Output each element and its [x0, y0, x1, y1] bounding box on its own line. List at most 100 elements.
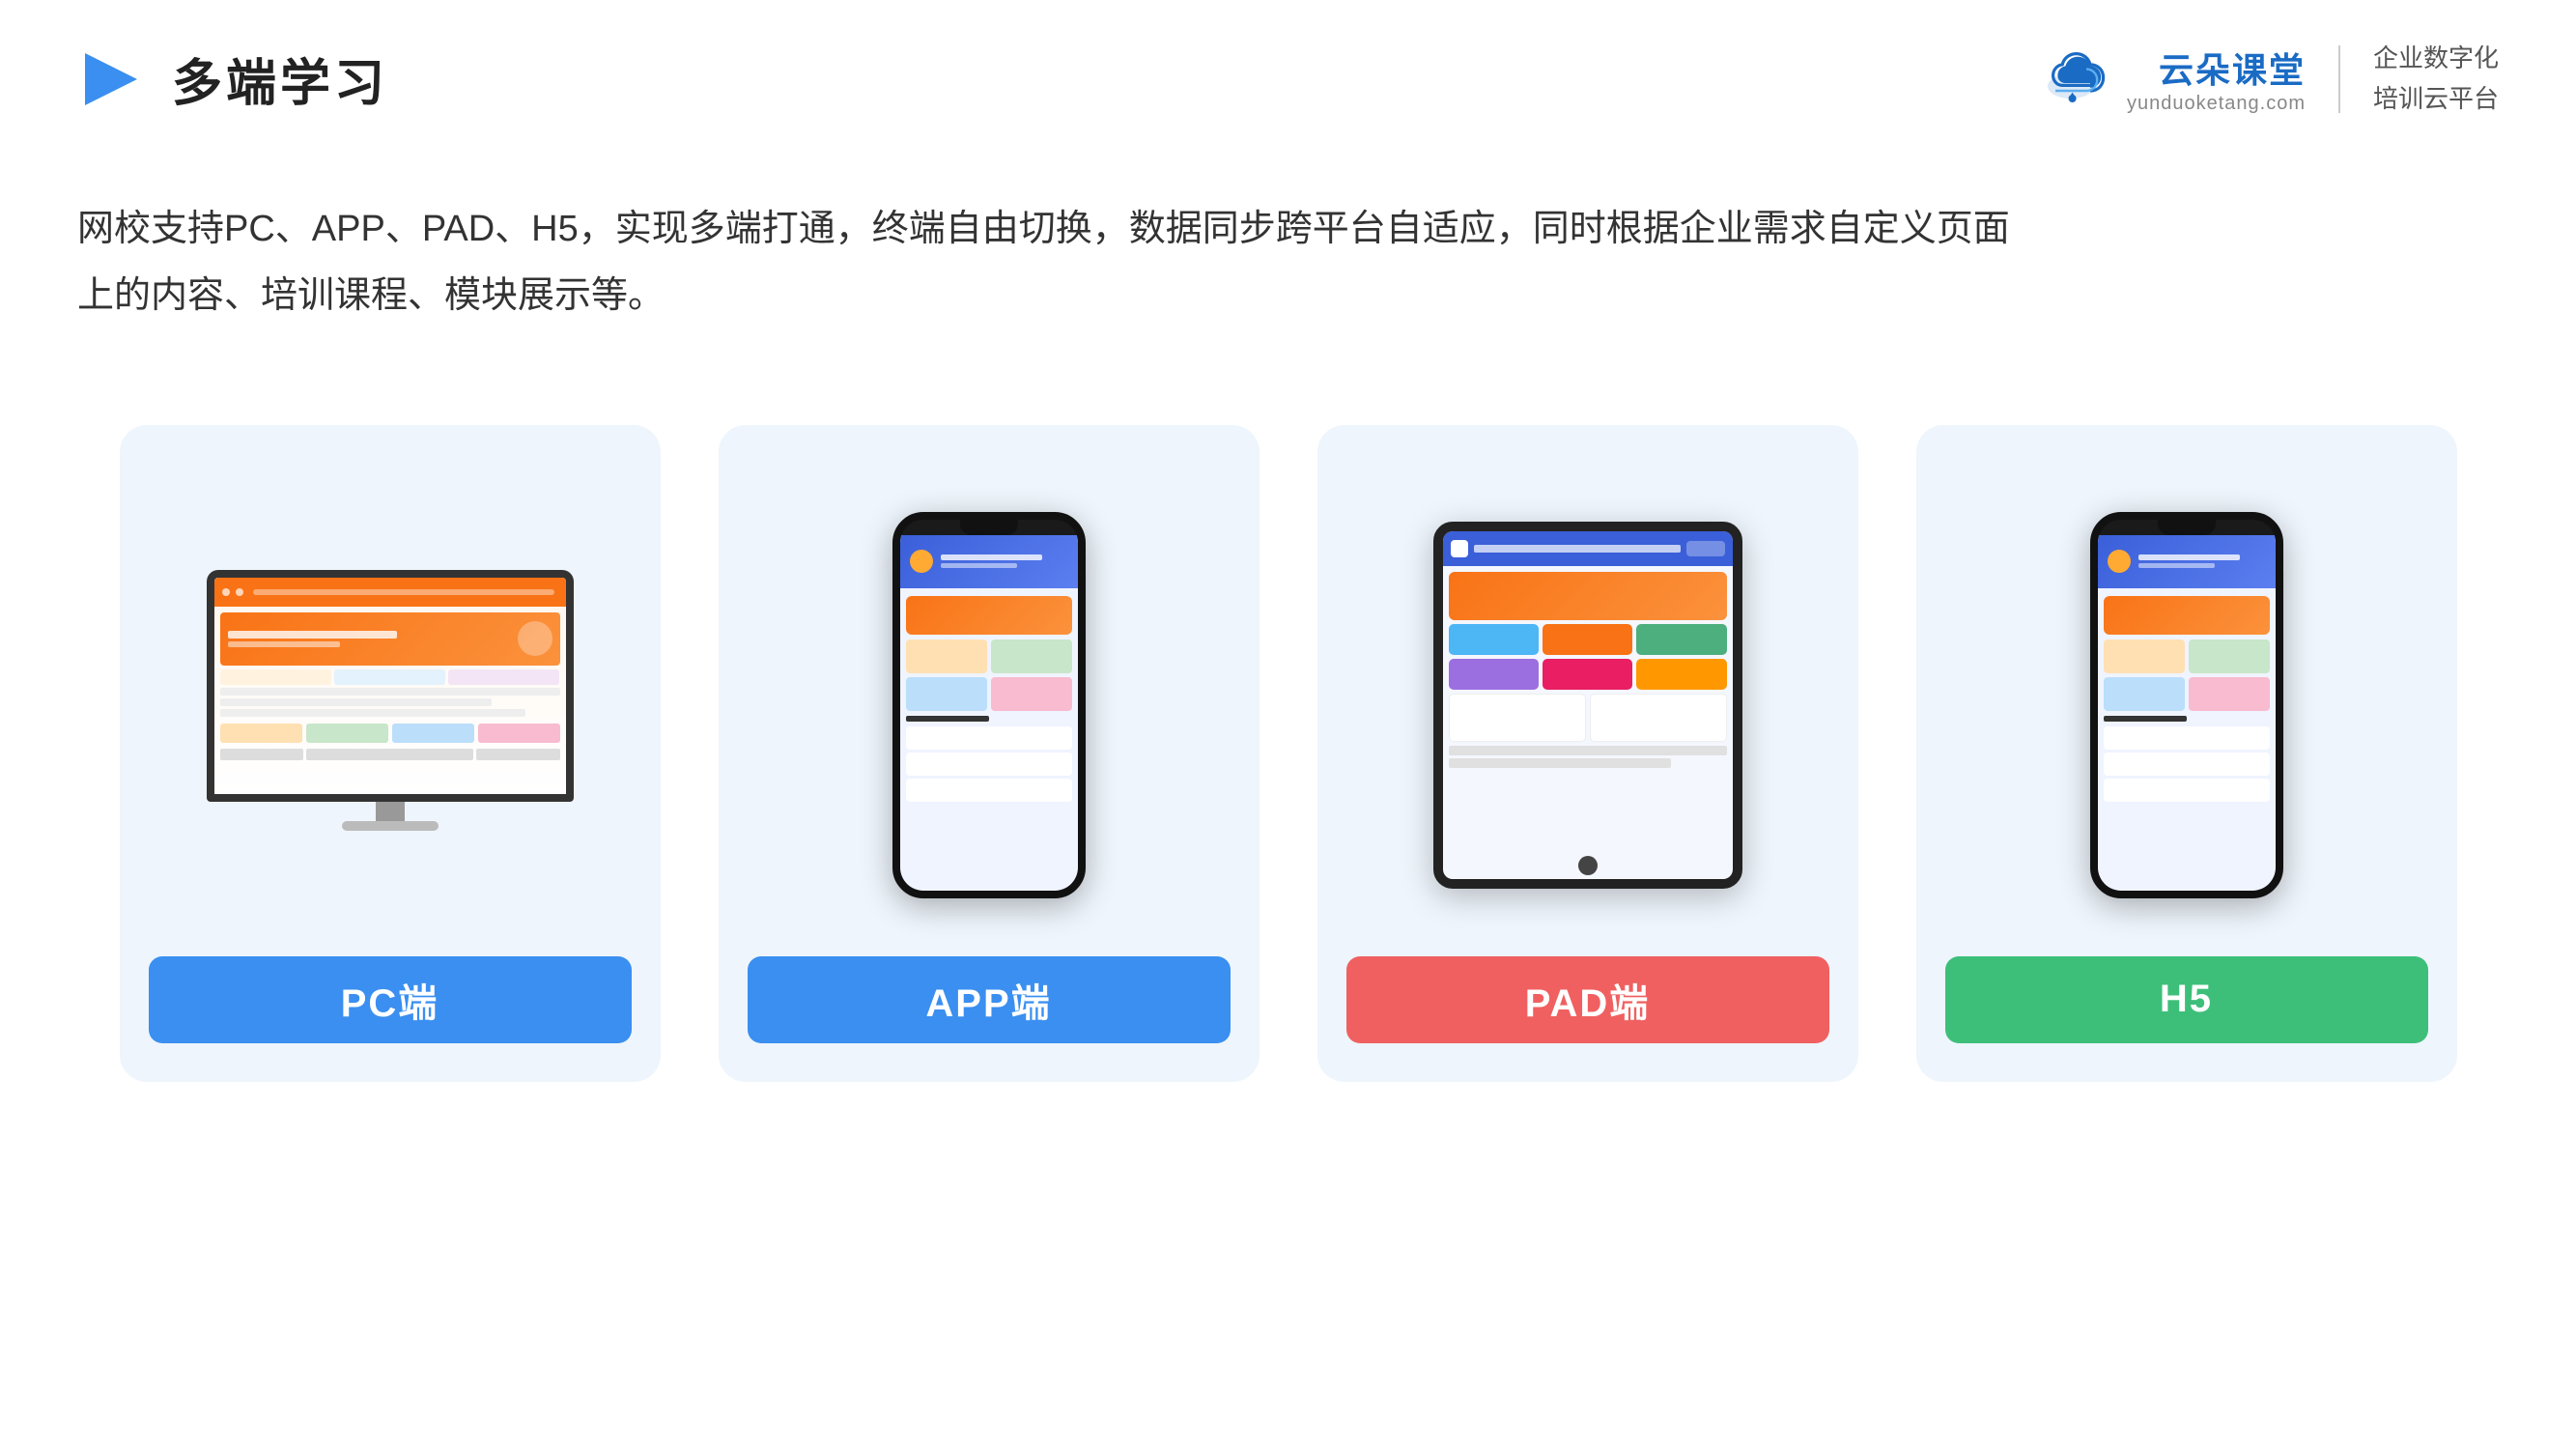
h5-card: H5	[1916, 425, 2457, 1082]
tablet-home-button	[1578, 856, 1598, 875]
cards-section: PC端	[0, 328, 2576, 1082]
h5-grid-2	[2189, 639, 2270, 673]
brand-cloud-icon	[2032, 50, 2109, 108]
h5h-text-2	[2138, 563, 2215, 568]
brand-name-cn: 云朵课堂	[2159, 43, 2306, 93]
tlist-1	[1449, 746, 1727, 755]
pc-image-area	[149, 473, 632, 937]
bottom-2	[306, 749, 473, 760]
h5h-text-1	[2138, 554, 2241, 560]
pgrid-1-color	[906, 639, 987, 673]
page-header: 多端学习 云朵课堂 yunduoketang.com 企业数字化 培训云平台	[0, 0, 2576, 119]
h5-list-1	[2104, 726, 2270, 750]
grid-3	[392, 724, 474, 743]
phone-grid-1	[906, 639, 987, 673]
tablet-banner	[1449, 572, 1727, 620]
monitor-banner	[220, 612, 560, 666]
tablet-body	[1443, 566, 1733, 774]
description-line1: 网校支持PC、APP、PAD、H5，实现多端打通，终端自由切换，数据同步跨平台自…	[77, 196, 2337, 262]
nav-dot-2	[236, 588, 243, 596]
pad-card: PAD端	[1317, 425, 1858, 1082]
row-2	[220, 698, 493, 706]
app-image-area	[748, 473, 1231, 937]
row-item-3	[448, 669, 559, 685]
bottom-row	[220, 749, 560, 760]
h5-section	[2104, 716, 2270, 805]
brand-divider	[2338, 45, 2340, 113]
description-block: 网校支持PC、APP、PAD、H5，实现多端打通，终端自由切换，数据同步跨平台自…	[0, 119, 2415, 328]
banner-text-2	[228, 641, 341, 647]
row-1	[220, 688, 560, 696]
play-icon	[77, 45, 145, 113]
tablet-header	[1443, 531, 1733, 566]
phone-grid-2	[991, 639, 1072, 673]
monitor-stand-base	[342, 821, 439, 831]
tgrid-2	[1543, 624, 1632, 655]
app-label: APP端	[748, 956, 1231, 1043]
phone-grid-4	[991, 677, 1072, 711]
tablet-logo	[1451, 540, 1468, 557]
phone-icon-grid	[906, 639, 1072, 711]
pad-label: PAD端	[1346, 956, 1829, 1043]
app-card: APP端	[719, 425, 1260, 1082]
brand-slogan-line1: 企业数字化	[2373, 39, 2499, 79]
tablet-search	[1686, 541, 1725, 556]
h5-grid-3	[2104, 677, 2185, 711]
monitor-rows	[220, 669, 560, 743]
h5-image-area	[1945, 473, 2428, 937]
row-item-1	[220, 669, 331, 685]
tablet-screen	[1443, 531, 1733, 879]
h5-section-title	[2104, 716, 2187, 722]
section-title	[906, 716, 989, 722]
phone-grid-3	[906, 677, 987, 711]
pad-image-area	[1346, 473, 1829, 937]
brand-right: 云朵课堂 yunduoketang.com 企业数字化 培训云平台	[2032, 39, 2499, 119]
tablet-grid	[1449, 624, 1727, 690]
phone-list-2	[906, 753, 1072, 776]
pgrid-3-color	[906, 677, 987, 711]
h5-avatar	[2108, 550, 2131, 573]
ph-text-2	[941, 563, 1017, 568]
banner-icon	[518, 621, 552, 656]
phone-header-text	[941, 554, 1068, 568]
bottom-3	[476, 749, 560, 760]
monitor-body	[207, 570, 574, 802]
phone-list-3	[906, 779, 1072, 802]
header-left: 多端学习	[77, 43, 388, 115]
h5grid-3-c	[2104, 677, 2185, 711]
nav-dot-1	[222, 588, 230, 596]
nav-bar	[253, 589, 554, 595]
monitor-nav	[214, 578, 566, 607]
h5-banner	[2104, 596, 2270, 635]
grid-row	[220, 724, 560, 743]
page-title: 多端学习	[172, 43, 388, 115]
banner-text-1	[228, 631, 397, 639]
h5-grid-4	[2189, 677, 2270, 711]
h5-label: H5	[1945, 956, 2428, 1043]
pc-card: PC端	[120, 425, 661, 1082]
pc-monitor	[207, 570, 574, 840]
h5-phone-notch	[2158, 520, 2216, 535]
h5-grid-1	[2104, 639, 2185, 673]
phone-list-1	[906, 726, 1072, 750]
phone-screen-header	[900, 535, 1078, 588]
h5grid-4-c	[2189, 677, 2270, 711]
tlist-2	[1449, 758, 1671, 768]
h5-list-2	[2104, 753, 2270, 776]
monitor-body-content	[214, 607, 566, 794]
tgrid-1	[1449, 624, 1539, 655]
pc-label: PC端	[149, 956, 632, 1043]
h5grid-2-c	[2189, 639, 2270, 673]
h5-phone	[2090, 512, 2283, 898]
h5-icon-grid	[2104, 639, 2270, 711]
grid-2	[306, 724, 388, 743]
phone-screen-body	[900, 588, 1078, 812]
h5-header-text	[2138, 554, 2266, 568]
pad-tablet	[1433, 522, 1742, 889]
app-phone	[892, 512, 1086, 898]
bottom-1	[220, 749, 304, 760]
row-item-2	[334, 669, 445, 685]
description-line2: 上的内容、培训课程、模块展示等。	[77, 263, 2337, 328]
phone-notch	[960, 520, 1018, 535]
brand-slogan: 企业数字化 培训云平台	[2373, 39, 2499, 119]
